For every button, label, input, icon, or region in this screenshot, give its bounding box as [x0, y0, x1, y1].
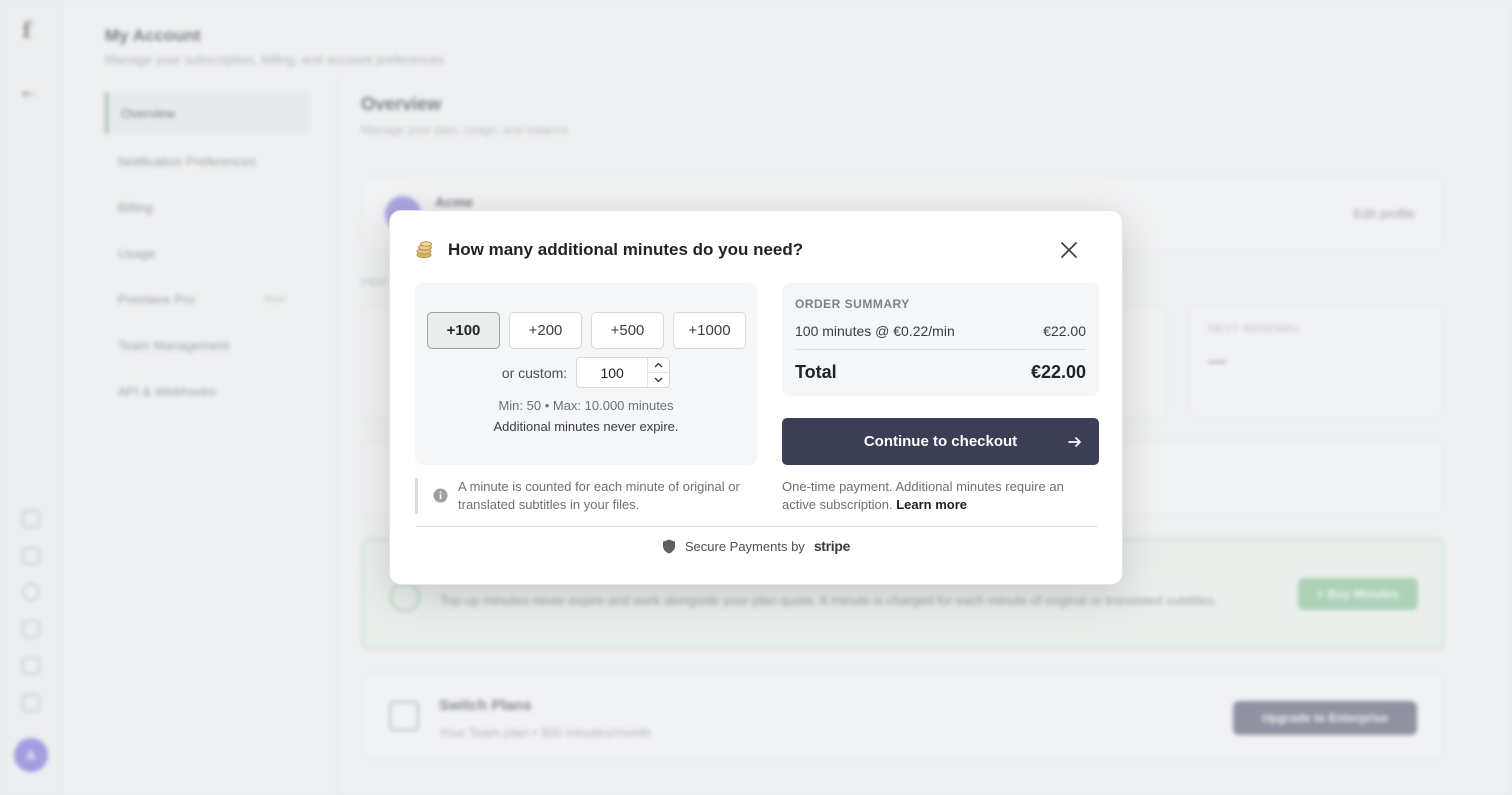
stripe-logo: stripe [813, 538, 851, 554]
minutes-selector-panel: +100 +200 +500 +1000 or custom: Min: 50 … [415, 283, 757, 465]
learn-more-link[interactable]: Learn more [896, 497, 967, 512]
quantity-stepper [647, 358, 670, 387]
info-note-text: A minute is counted for each minute of o… [458, 479, 740, 512]
custom-label: or custom: [501, 364, 568, 381]
coins-icon [414, 240, 434, 260]
modal-title: How many additional minutes do you need? [448, 240, 804, 259]
limits-text: Min: 50 • Max: 10.000 minutes [498, 398, 674, 413]
line-item-label: 100 minutes @ €0.22/min [795, 323, 955, 339]
custom-amount-field [576, 357, 671, 388]
summary-line-item: 100 minutes @ €0.22/min €22.00 [795, 323, 1086, 339]
secure-text: Secure Payments by [684, 538, 805, 554]
checkout-label: Continue to checkout [863, 433, 1018, 450]
chevron-down-icon[interactable] [648, 372, 670, 387]
preset-500-button[interactable]: +500 [591, 312, 664, 349]
chevron-up-icon[interactable] [648, 358, 669, 372]
info-note: A minute is counted for each minute of o… [415, 478, 757, 514]
custom-amount-row: or custom: [415, 357, 757, 388]
payment-note: One-time payment. Additional minutes req… [782, 478, 1099, 514]
line-item-amount: €22.00 [1043, 323, 1086, 339]
secure-payments-footer: Secure Payments by stripe [390, 538, 1122, 554]
order-summary: ORDER SUMMARY 100 minutes @ €0.22/min €2… [782, 283, 1099, 396]
summary-total: Total €22.00 [795, 362, 1086, 383]
preset-group: +100 +200 +500 +1000 [427, 312, 746, 349]
summary-divider [795, 349, 1086, 350]
preset-200-button[interactable]: +200 [509, 312, 582, 349]
continue-checkout-button[interactable]: Continue to checkout [782, 418, 1099, 465]
buy-minutes-modal: How many additional minutes do you need?… [389, 210, 1123, 585]
order-summary-label: ORDER SUMMARY [795, 297, 910, 311]
preset-1000-button[interactable]: +1000 [673, 312, 746, 349]
info-icon [433, 488, 448, 503]
modal-header: How many additional minutes do you need? [414, 237, 1098, 263]
total-amount: €22.00 [1030, 362, 1086, 382]
shield-icon [662, 539, 676, 554]
total-label: Total [795, 362, 837, 382]
custom-amount-input[interactable] [577, 364, 648, 381]
arrow-right-icon [1067, 434, 1083, 450]
preset-100-button[interactable]: +100 [427, 312, 500, 349]
close-icon[interactable] [1058, 239, 1080, 261]
footer-divider [415, 526, 1098, 527]
never-expire-text: Additional minutes never expire. [493, 419, 679, 434]
